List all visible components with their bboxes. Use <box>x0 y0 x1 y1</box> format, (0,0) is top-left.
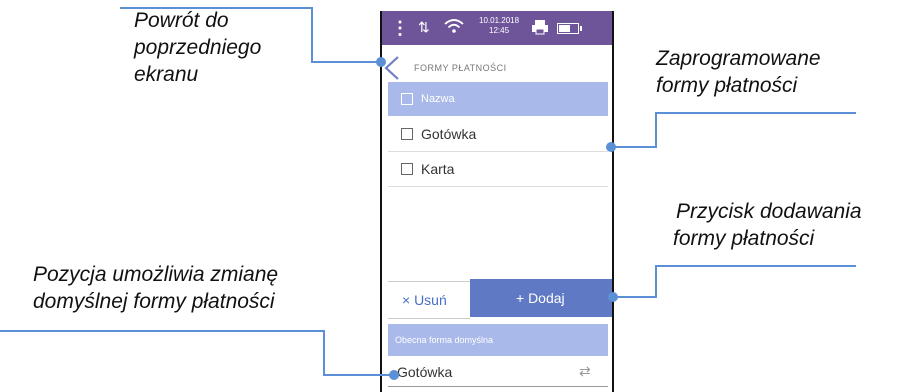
callout-line: Powrót do <box>134 9 229 32</box>
wifi-icon <box>444 18 464 39</box>
status-time: 12:45 <box>489 26 510 35</box>
status-datetime: 10.01.2018 12:45 <box>479 16 519 36</box>
item-label: Karta <box>421 161 455 177</box>
callout-line: Zaprogramowane <box>656 47 821 70</box>
callout-line: formy płatności <box>673 227 815 250</box>
column-name-label: Nazwa <box>421 93 455 105</box>
page-title: FORMY PŁATNOŚCI <box>414 63 507 73</box>
callout-add: Przycisk dodawania formy płatności <box>673 198 862 252</box>
callout-default: Pozycja umożliwia zmianę domyślnej formy… <box>33 261 278 315</box>
callout-line: ekranu <box>134 63 199 86</box>
callout-line: domyślnej formy płatności <box>33 290 275 313</box>
phone-screen: ⋮ ⇅ 10.01.2018 12:45 FORMY PŁATNOŚCI Naz… <box>380 11 614 392</box>
add-button-label: + Dodaj <box>516 290 565 306</box>
callout-line: formy płatności <box>656 74 798 97</box>
printer-icon <box>531 19 549 40</box>
list-column-header[interactable]: Nazwa <box>388 82 608 116</box>
delete-button[interactable]: × Usuń <box>388 281 470 319</box>
callout-back: Powrót do poprzedniego ekranu <box>134 7 261 88</box>
callout-line: Pozycja umożliwia zmianę <box>33 263 279 286</box>
delete-button-label: × Usuń <box>402 292 447 308</box>
menu-dots-icon[interactable]: ⋮ <box>391 18 409 39</box>
default-form-value: Gotówka <box>397 364 453 380</box>
add-button[interactable]: + Dodaj <box>470 279 612 317</box>
item-checkbox[interactable] <box>401 128 413 140</box>
callout-line: Przycisk dodawania <box>676 200 862 223</box>
swap-arrows-icon[interactable]: ⇄ <box>579 363 591 380</box>
battery-icon <box>557 23 582 34</box>
default-form-header: Obecna forma domyślna <box>388 324 608 356</box>
leader-default <box>0 330 394 376</box>
item-label: Gotówka <box>421 126 477 142</box>
list-item[interactable]: Gotówka <box>388 117 608 152</box>
select-all-checkbox[interactable] <box>401 93 413 105</box>
status-bar: ⋮ ⇅ 10.01.2018 12:45 <box>382 11 612 45</box>
default-form-header-label: Obecna forma domyślna <box>395 335 494 345</box>
default-form-row[interactable]: Gotówka ⇄ <box>388 358 608 387</box>
list-item[interactable]: Karta <box>388 152 608 187</box>
item-checkbox[interactable] <box>401 163 413 175</box>
chevron-left-icon[interactable] <box>382 51 410 85</box>
status-date: 10.01.2018 <box>479 16 520 25</box>
leader-programmed <box>611 112 856 148</box>
signal-transfer-icon: ⇅ <box>418 19 430 35</box>
callout-programmed: Zaprogramowane formy płatności <box>656 45 821 99</box>
leader-add <box>613 265 856 298</box>
callout-line: poprzedniego <box>134 36 262 59</box>
